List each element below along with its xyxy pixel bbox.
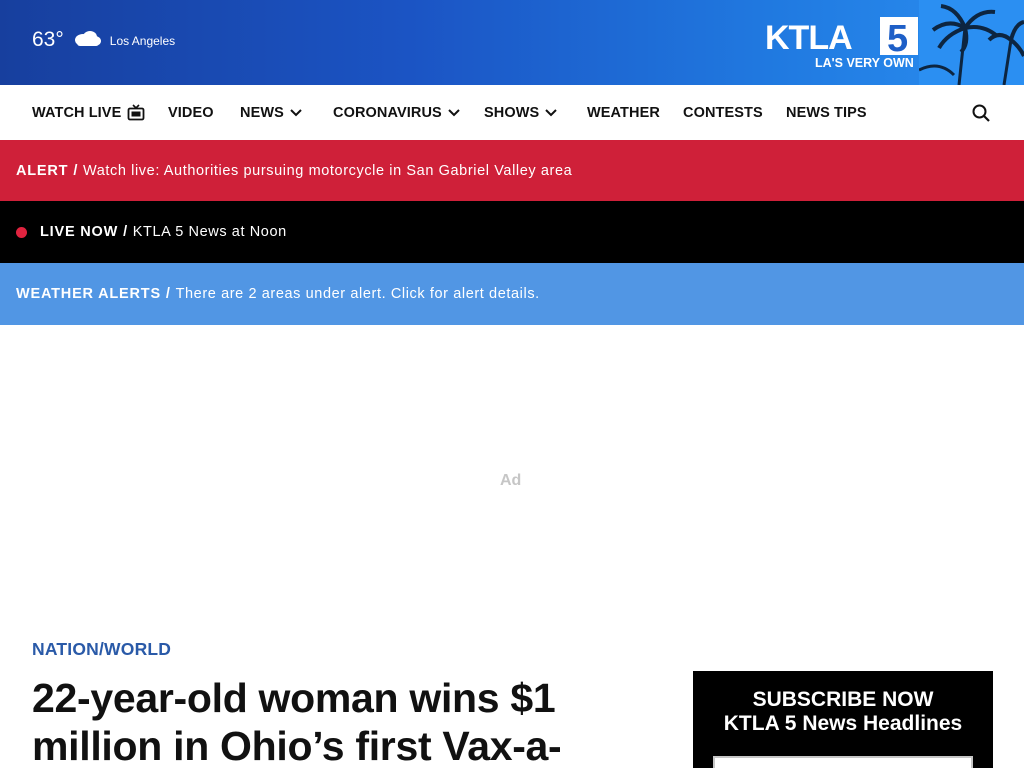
weather-alerts-banner[interactable]: WEATHER ALERTS / There are 2 areas under…	[0, 263, 1024, 325]
live-indicator-dot	[16, 226, 27, 238]
nav-label: WEATHER	[587, 104, 660, 121]
nav-label: VIDEO	[168, 104, 214, 121]
logo-text: KTLA	[765, 19, 852, 57]
nav-shows[interactable]: SHOWS	[484, 85, 557, 140]
nav-contests[interactable]: CONTESTS	[683, 85, 763, 140]
weather-alerts-label: WEATHER ALERTS	[16, 286, 161, 302]
live-text: KTLA 5 News at Noon	[132, 224, 287, 240]
weather-alerts-text: There are 2 areas under alert. Click for…	[175, 286, 540, 302]
nav-video[interactable]: VIDEO	[168, 85, 214, 140]
nav-label: NEWS	[240, 104, 284, 121]
search-icon	[972, 104, 990, 122]
alert-separator: /	[73, 163, 78, 179]
main-nav: WATCH LIVE VIDEO NEWS CORONAVIRUS SHOWS …	[0, 85, 1024, 140]
city-name: Los Angeles	[109, 34, 176, 48]
site-header: 63° Los Angeles KTLA 5 LA'S VERY OWN	[0, 0, 1024, 85]
alert-banner[interactable]: ALERT / Watch live: Authorities pursuing…	[0, 140, 1024, 202]
live-separator: /	[123, 224, 128, 240]
nav-watch-live[interactable]: WATCH LIVE	[32, 85, 145, 140]
article-headline: 22-year-old woman wins $1 million in Ohi…	[32, 675, 562, 768]
nav-news[interactable]: NEWS	[240, 85, 302, 140]
weather-alerts-separator: /	[165, 286, 171, 302]
ktla-logo[interactable]: KTLA 5 LA'S VERY OWN	[765, 15, 925, 71]
nav-label: WATCH LIVE	[32, 104, 122, 121]
nav-coronavirus[interactable]: CORONAVIRUS	[333, 85, 460, 140]
alert-text: Watch live: Authorities pursuing motorcy…	[82, 163, 573, 179]
subscribe-subtitle: KTLA 5 News Headlines	[723, 712, 963, 735]
chevron-down-icon	[448, 108, 460, 116]
search-button[interactable]	[970, 102, 992, 124]
logo-tagline: LA'S VERY OWN	[815, 56, 914, 70]
newsletter-subscribe-box: SUBSCRIBE NOW KTLA 5 News Headlines	[693, 671, 993, 768]
subscribe-title: SUBSCRIBE NOW	[752, 688, 934, 711]
nav-news-tips[interactable]: NEWS TIPS	[786, 85, 867, 140]
nav-label: CONTESTS	[683, 104, 763, 121]
weather-widget[interactable]: 63° Los Angeles	[32, 28, 175, 52]
live-label: LIVE NOW	[40, 224, 119, 240]
nav-label: CORONAVIRUS	[333, 104, 442, 121]
nav-label: SHOWS	[484, 104, 540, 121]
alert-label: ALERT	[16, 163, 69, 179]
chevron-down-icon	[290, 108, 302, 116]
ad-placeholder-label: Ad	[500, 472, 522, 489]
nav-weather[interactable]: WEATHER	[587, 85, 660, 140]
live-now-banner[interactable]: LIVE NOW / KTLA 5 News at Noon	[0, 201, 1024, 263]
cloud-icon	[72, 29, 102, 52]
article-category-link[interactable]: NATION/WORLD	[32, 639, 171, 660]
email-field[interactable]	[713, 756, 973, 768]
nav-label: NEWS TIPS	[786, 104, 867, 121]
chevron-down-icon	[545, 108, 557, 116]
temperature: 63°	[32, 28, 64, 51]
palm-trees-graphic	[918, 0, 1024, 85]
tv-icon	[127, 104, 145, 121]
logo-number: 5	[887, 18, 908, 60]
